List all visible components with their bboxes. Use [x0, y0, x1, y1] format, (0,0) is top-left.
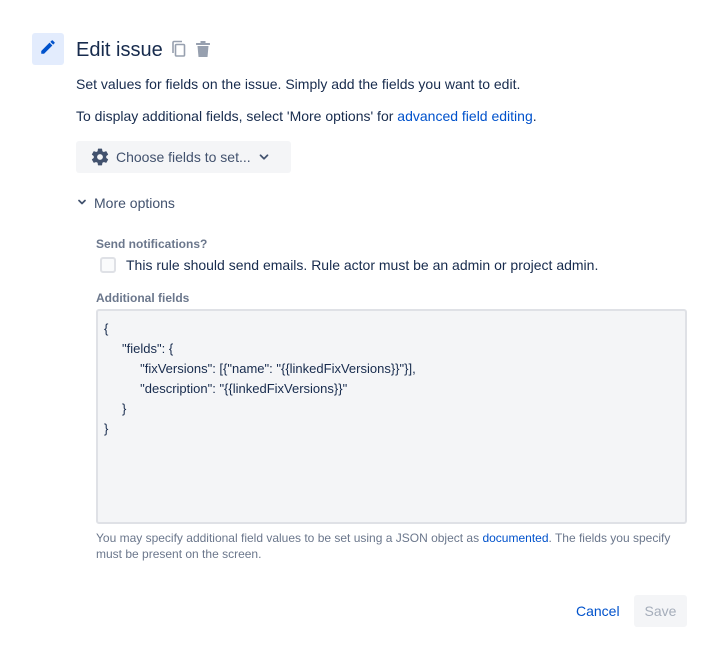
advanced-field-editing-link[interactable]: advanced field editing: [397, 108, 532, 124]
gear-icon: [90, 147, 110, 167]
send-emails-checkbox[interactable]: [100, 257, 116, 273]
advanced-editing-text: To display additional fields, select 'Mo…: [76, 106, 537, 126]
save-button[interactable]: Save: [634, 595, 687, 627]
additional-fields-json-editor[interactable]: { "fields": { "fixVersions": [{"name": "…: [96, 309, 687, 524]
title-actions: [170, 39, 212, 59]
choose-fields-button[interactable]: Choose fields to set...: [76, 141, 291, 173]
intro-text: Set values for fields on the issue. Simp…: [76, 76, 521, 92]
documented-link[interactable]: documented: [482, 531, 548, 545]
more-options-toggle[interactable]: More options: [76, 195, 175, 211]
send-emails-row: This rule should send emails. Rule actor…: [100, 257, 598, 273]
edit-action-icon-box: [32, 33, 64, 65]
page-title: Edit issue: [76, 39, 163, 61]
chevron-down-icon: [76, 195, 88, 211]
chevron-down-icon: [257, 150, 271, 164]
pencil-icon: [39, 38, 57, 61]
advanced-editing-prefix: To display additional fields, select 'Mo…: [76, 108, 398, 124]
cancel-button[interactable]: Cancel: [566, 595, 630, 627]
advanced-editing-suffix: .: [532, 108, 537, 124]
cancel-button-label: Cancel: [576, 603, 620, 619]
copy-icon[interactable]: [170, 39, 188, 59]
additional-fields-help-text: You may specify additional field values …: [96, 530, 686, 562]
trash-icon[interactable]: [194, 39, 212, 59]
choose-fields-label: Choose fields to set...: [116, 149, 251, 165]
help-prefix: You may specify additional field values …: [96, 531, 483, 545]
send-emails-checkbox-label[interactable]: This rule should send emails. Rule actor…: [126, 257, 598, 273]
additional-fields-label: Additional fields: [96, 291, 190, 305]
more-options-label: More options: [94, 195, 175, 211]
send-notifications-label: Send notifications?: [96, 237, 208, 251]
